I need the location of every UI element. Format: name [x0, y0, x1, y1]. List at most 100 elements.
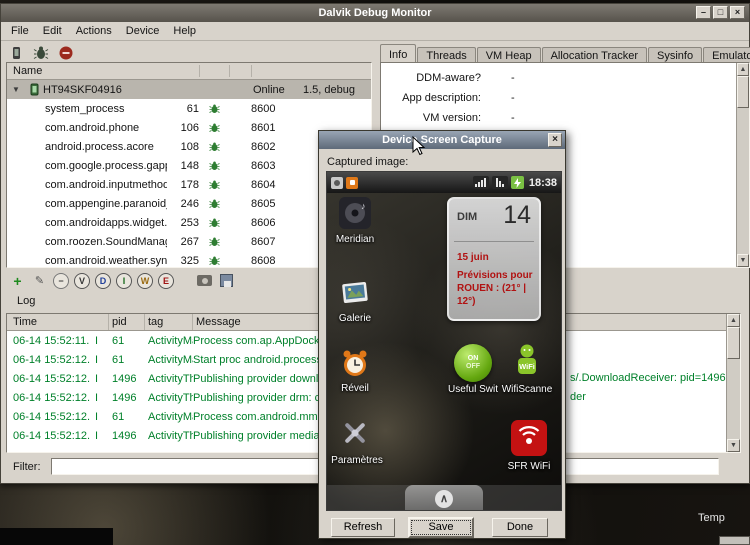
update-heap-icon[interactable]	[32, 44, 50, 62]
delete-filter-icon[interactable]: −	[53, 273, 69, 289]
debug-process-icon[interactable]	[7, 44, 25, 62]
mouse-cursor-icon	[412, 136, 426, 159]
log-level: I	[95, 392, 109, 404]
process-row[interactable]: com.android.inputmethod 178 8604	[7, 175, 371, 194]
log-pid: 1496	[109, 373, 145, 385]
tag-column-header[interactable]: tag	[145, 314, 193, 330]
scroll-down-icon[interactable]: ▼	[737, 254, 749, 267]
android-status-bar: 18:38	[327, 172, 561, 193]
log-level-info-button[interactable]: I	[116, 273, 132, 289]
tab-allocation-tracker[interactable]: Allocation Tracker	[542, 47, 647, 63]
process-row[interactable]: com.roozen.SoundManag 267 8607	[7, 232, 371, 251]
log-tag: ActivityTh	[145, 373, 193, 385]
log-level-debug-button[interactable]: D	[95, 273, 111, 289]
info-scrollbar[interactable]: ▲ ▼	[736, 63, 749, 267]
tab-info[interactable]: Info	[380, 44, 416, 63]
menu-edit[interactable]: Edit	[36, 23, 69, 39]
process-row[interactable]: android.process.acore 108 8602	[7, 137, 371, 156]
name-column-header: Name	[13, 65, 42, 77]
screen-capture-dialog: Device Screen Capture × Captured image:	[318, 130, 566, 539]
maximize-icon[interactable]: □	[713, 6, 728, 19]
scroll-up-icon[interactable]: ▲	[727, 314, 740, 327]
log-level-verbose-button[interactable]: V	[74, 273, 90, 289]
time-column-header[interactable]: Time	[7, 314, 109, 330]
edit-filter-icon[interactable]: ✎	[31, 272, 48, 289]
add-filter-icon[interactable]: +	[9, 272, 26, 289]
log-tag: ActivityTh	[145, 430, 193, 442]
pid-column-header[interactable]: pid	[109, 314, 145, 330]
column-separator	[251, 65, 252, 77]
process-row[interactable]: system_process 61 8600	[7, 99, 371, 118]
process-row[interactable]: com.google.process.gapp 148 8603	[7, 156, 371, 175]
device-row[interactable]: ▼ HT94SKF04916 Online 1.5, debug	[7, 80, 371, 99]
field-value: -	[481, 112, 515, 124]
scroll-thumb[interactable]	[737, 76, 749, 108]
process-row[interactable]: com.android.phone 106 8601	[7, 118, 371, 137]
app-label: Useful Swit	[443, 384, 503, 395]
save-button[interactable]: Save	[408, 517, 474, 538]
tab-vm-heap[interactable]: VM Heap	[477, 47, 541, 63]
dialog-titlebar[interactable]: Device Screen Capture ×	[319, 131, 565, 149]
menu-help[interactable]: Help	[166, 23, 203, 39]
useful-switchers-app-icon: ON OFF	[454, 344, 492, 382]
tab-threads[interactable]: Threads	[417, 47, 475, 63]
process-row[interactable]: com.androidapps.widget.b 253 8606	[7, 213, 371, 232]
field-value: -	[481, 72, 515, 84]
log-scrollbar[interactable]: ▲ ▼	[726, 314, 740, 452]
info-tabs: Info Threads VM Heap Allocation Tracker …	[380, 44, 750, 63]
tab-sysinfo[interactable]: Sysinfo	[648, 47, 702, 63]
scroll-down-icon[interactable]: ▼	[727, 439, 740, 452]
widget-date: 14	[503, 201, 531, 230]
log-level-error-button[interactable]: E	[158, 273, 174, 289]
done-button[interactable]: Done	[492, 518, 548, 537]
window-title: Dalvik Debug Monitor	[318, 7, 431, 19]
window-titlebar[interactable]: Dalvik Debug Monitor – □ ×	[1, 4, 749, 22]
process-row[interactable]: com.android.weather.sync 325 8608	[7, 251, 371, 268]
log-level: I	[95, 354, 109, 366]
app-drawer-handle: ∧	[405, 485, 483, 511]
menu-device[interactable]: Device	[119, 23, 167, 39]
app-label: SFR WiFi	[499, 461, 559, 472]
log-tag: ActivityMa	[145, 335, 193, 347]
menu-file[interactable]: File	[4, 23, 36, 39]
process-name: com.android.inputmethod	[7, 179, 167, 191]
status-clock: 18:38	[529, 177, 557, 189]
scroll-up-icon[interactable]: ▲	[737, 63, 749, 76]
app-label: Paramètres	[327, 455, 387, 466]
alarm-clock-app-icon	[339, 347, 371, 379]
minimize-icon[interactable]: –	[696, 6, 711, 19]
save-log-icon[interactable]	[218, 272, 235, 289]
log-tag: ActivityMa	[145, 354, 193, 366]
close-icon[interactable]: ×	[548, 133, 562, 147]
export-log-icon[interactable]	[196, 272, 213, 289]
process-pid: 267	[167, 236, 199, 248]
expander-icon[interactable]: ▼	[7, 85, 25, 94]
log-pid: 61	[109, 335, 145, 347]
process-pid: 178	[167, 179, 199, 191]
log-level-warn-button[interactable]: W	[137, 273, 153, 289]
stop-process-icon[interactable]	[57, 44, 75, 62]
log-tag: ActivityTh	[145, 392, 193, 404]
device-tree-header[interactable]: Name	[7, 63, 371, 80]
taskbar-sliver	[719, 536, 750, 545]
app-label: Réveil	[327, 383, 383, 394]
log-message-continuation: der	[570, 388, 586, 407]
process-row[interactable]: com.appengine.paranoid_ 246 8605	[7, 194, 371, 213]
log-message-continuation: s/.DownloadReceiver: pid=1496 u	[570, 369, 735, 388]
status-icons: 18:38	[473, 176, 557, 189]
bug-icon	[199, 199, 229, 209]
process-name: com.android.phone	[7, 122, 167, 134]
close-icon[interactable]: ×	[730, 6, 745, 19]
refresh-button[interactable]: Refresh	[331, 518, 395, 537]
gallery-app-icon	[339, 277, 371, 309]
tab-emulator-control[interactable]: Emulator Control	[703, 47, 750, 63]
log-level: I	[95, 335, 109, 347]
wifi-scanner-app-icon: WiFi	[507, 341, 547, 381]
scroll-thumb[interactable]	[727, 327, 740, 359]
log-pid: 1496	[109, 430, 145, 442]
log-time: 06-14 15:52:12.	[7, 373, 95, 385]
date-weather-widget: DIM 14 15 juin Prévisions pour ROUEN : (…	[447, 197, 541, 321]
network-icon	[492, 176, 508, 189]
widget-forecast-line3: 12°)	[457, 295, 475, 308]
menu-actions[interactable]: Actions	[69, 23, 119, 39]
